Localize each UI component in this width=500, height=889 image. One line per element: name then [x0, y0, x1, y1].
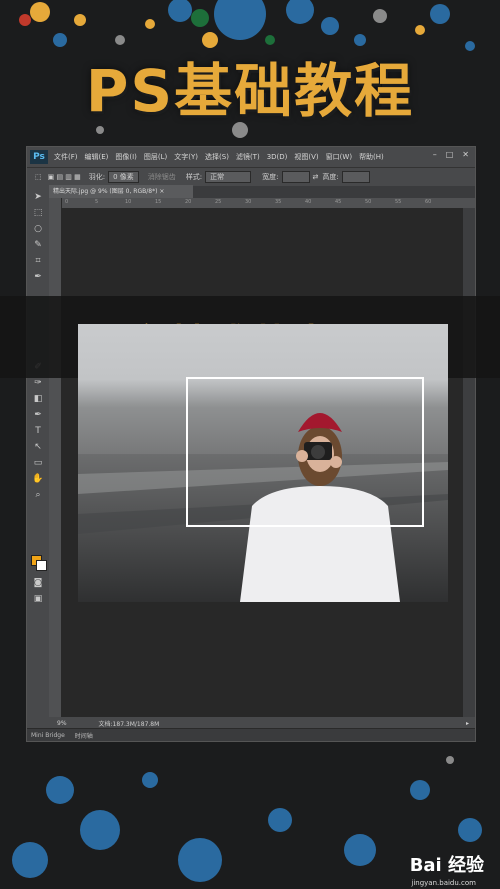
background-color-swatch[interactable] — [36, 560, 47, 571]
ruler-tick-label: 5 — [95, 199, 99, 205]
document-tab[interactable]: 精出天际.jpg @ 9% (图层 0, RGB/8*) × — [49, 185, 193, 198]
swap-icon[interactable]: ⇄ — [313, 173, 319, 181]
height-label: 高度: — [322, 173, 339, 181]
menu-edit[interactable]: 编辑(E) — [85, 152, 109, 162]
ruler-tick-label: 10 — [125, 199, 132, 205]
tools-panel: ➤ ⬚ ○ ✎ ⌗ ✒ ✐ ✑ ◧ ✒ T ↖ ▭ ✋ ⌕ ◙ ▣ — [27, 185, 50, 741]
menu-help[interactable]: 帮助(H) — [359, 152, 384, 162]
maximize-icon[interactable]: □ — [446, 150, 454, 159]
style-select[interactable]: 正常 — [205, 171, 252, 183]
shape-tool-icon[interactable]: ▭ — [32, 457, 44, 469]
marquee-tool-icon[interactable]: ⬚ — [35, 173, 42, 181]
zoom-level[interactable]: 9% — [57, 720, 67, 727]
hand-tool-icon[interactable]: ✋ — [32, 473, 44, 485]
eraser-tool-icon[interactable]: ◧ — [32, 393, 44, 405]
feather-input[interactable]: 0 像素 — [108, 171, 139, 183]
width-input[interactable] — [281, 171, 310, 183]
document-size: 文档:187.3M/187.8M — [98, 720, 160, 728]
height-input[interactable] — [341, 171, 370, 183]
eyedropper-icon[interactable]: ✒ — [32, 271, 44, 283]
baidu-url: jingyan.baidu.com — [411, 879, 476, 887]
ruler-tick-label: 45 — [335, 199, 342, 205]
style-label: 样式: — [185, 173, 203, 181]
vertical-scrollbar[interactable] — [463, 208, 475, 717]
zoom-tool-icon[interactable]: ⌕ — [32, 489, 44, 501]
menu-file[interactable]: 文件(F) — [54, 152, 78, 162]
close-icon[interactable]: ✕ — [462, 150, 469, 159]
tab-timeline[interactable]: 时间轴 — [75, 731, 93, 740]
ruler-tick-label: 0 — [65, 199, 69, 205]
width-label: 宽度: — [262, 173, 279, 181]
menu-filter[interactable]: 滤镜(T) — [236, 152, 260, 162]
antialias-checkbox[interactable]: 消除锯齿 — [148, 172, 176, 182]
ruler-tick-label: 35 — [275, 199, 282, 205]
pen-tool-icon[interactable]: ✒ — [32, 409, 44, 421]
ruler-tick-label: 40 — [305, 199, 312, 205]
ruler-tick-label: 15 — [155, 199, 162, 205]
quick-select-icon[interactable]: ✎ — [32, 239, 44, 251]
path-select-icon[interactable]: ↖ — [32, 441, 44, 453]
ruler-tick-label: 50 — [365, 199, 372, 205]
type-tool-icon[interactable]: T — [32, 425, 44, 437]
menu-select[interactable]: 选择(S) — [205, 152, 229, 162]
ruler-tick-label: 20 — [185, 199, 192, 205]
menu-window[interactable]: 窗口(W) — [326, 152, 352, 162]
ruler-tick-label: 55 — [395, 199, 402, 205]
ruler-tick-label: 60 — [425, 199, 432, 205]
selection-frame[interactable] — [186, 377, 424, 527]
ruler-tick-label: 25 — [215, 199, 222, 205]
bottom-panel-tabs: Mini Bridge 时间轴 — [27, 728, 475, 741]
screen-mode-icon[interactable]: ▣ — [32, 593, 44, 605]
status-arrow-icon[interactable]: ▸ — [466, 720, 469, 727]
history-brush-icon[interactable]: ✑ — [32, 377, 44, 389]
menu-bar: Ps 文件(F) 编辑(E) 图像(I) 图层(L) 文字(Y) 选择(S) 滤… — [27, 147, 475, 167]
selection-mode-icons[interactable]: ▣ ▤ ▥ ▦ — [48, 173, 81, 181]
baidu-watermark: Bai 经验 — [409, 855, 484, 876]
ruler-tick-label: 30 — [245, 199, 252, 205]
marquee-tool-icon[interactable]: ⬚ — [32, 207, 44, 219]
tab-mini-bridge[interactable]: Mini Bridge — [31, 732, 65, 739]
main-title: PS基础教程 — [85, 57, 415, 125]
menu-3d[interactable]: 3D(D) — [267, 153, 288, 161]
photoshop-logo: Ps — [30, 150, 48, 164]
quick-mask-icon[interactable]: ◙ — [32, 577, 44, 589]
lasso-tool-icon[interactable]: ○ — [32, 223, 44, 235]
move-tool-icon[interactable]: ➤ — [32, 191, 44, 203]
crop-tool-icon[interactable]: ⌗ — [32, 255, 44, 267]
menu-image[interactable]: 图像(I) — [115, 152, 137, 162]
feather-label: 羽化: — [88, 173, 106, 181]
menu-layer[interactable]: 图层(L) — [144, 152, 167, 162]
menu-type[interactable]: 文字(Y) — [174, 152, 198, 162]
menu-view[interactable]: 视图(V) — [294, 152, 318, 162]
options-bar: ⬚ ▣ ▤ ▥ ▦ 羽化: 0 像素 消除锯齿 样式: 正常 宽度: ⇄ 高度: — [27, 167, 475, 186]
minimize-icon[interactable]: – — [433, 150, 437, 159]
